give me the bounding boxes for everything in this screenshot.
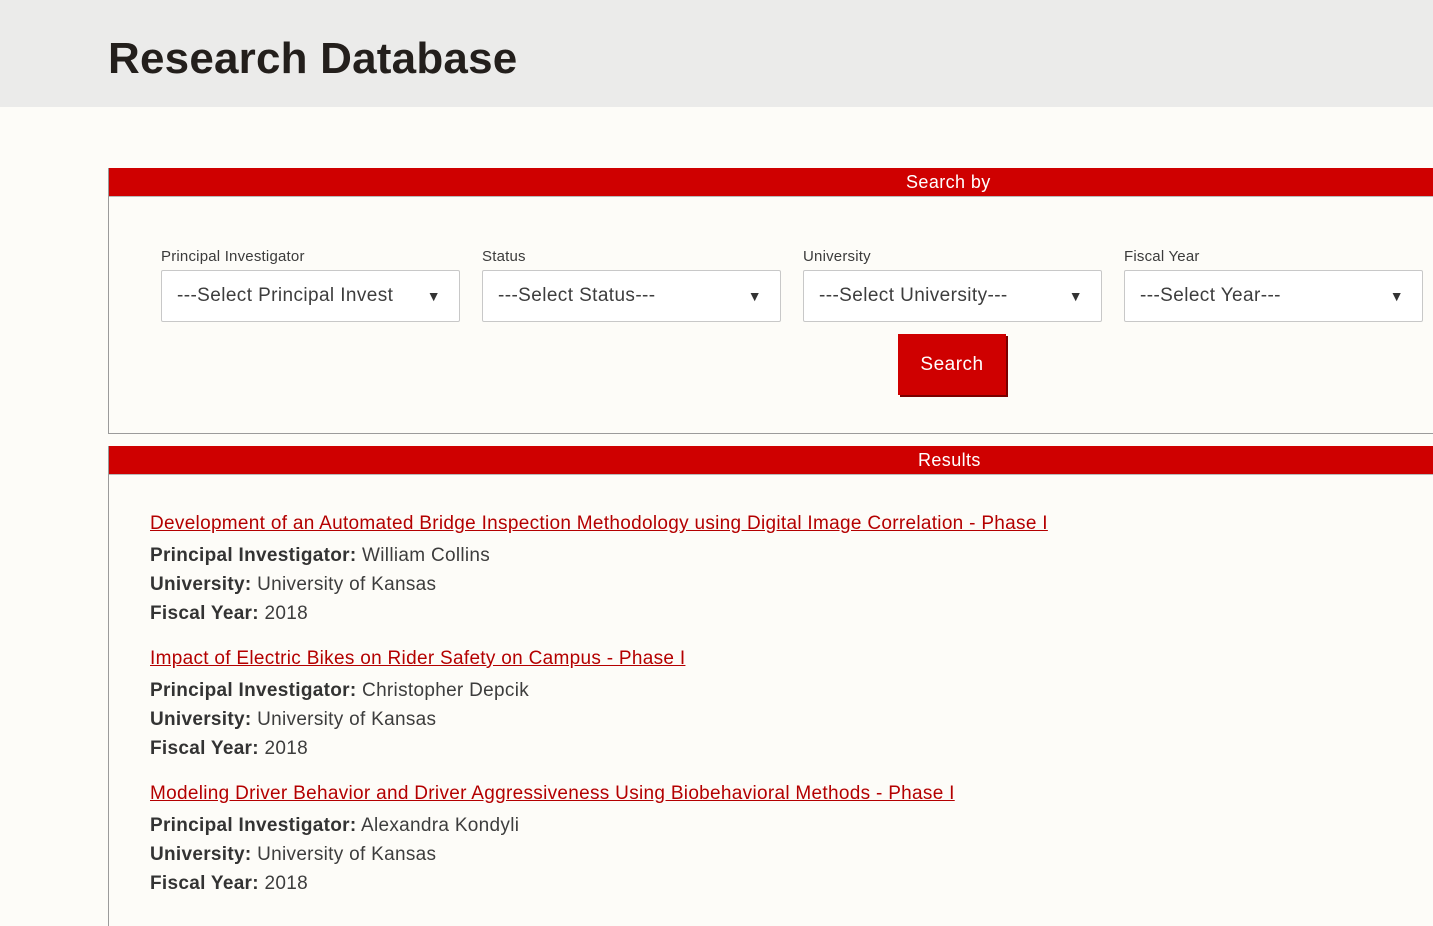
university-value: University of Kansas [257,574,437,595]
result-title-link[interactable]: Development of an Automated Bridge Inspe… [150,512,1048,536]
university-key: University: [150,574,252,595]
status-field: Status ---Select Status--- ▼ [482,248,781,322]
result-item: Impact of Electric Bikes on Rider Safety… [150,647,1048,763]
principal-investigator-label: Principal Investigator [161,248,305,265]
university-field: University ---Select University--- ▼ [803,248,1102,322]
principal-investigator-value: ---Select Principal Invest [177,285,394,306]
pi-key: Principal Investigator: [150,545,357,566]
result-fiscal-year: Fiscal Year: 2018 [150,734,1048,763]
result-item: Modeling Driver Behavior and Driver Aggr… [150,782,1048,898]
pi-value: William Collins [362,545,491,566]
university-select[interactable]: ---Select University--- ▼ [803,270,1102,322]
results-panel: Results Development of an Automated Brid… [108,446,1433,926]
result-pi: Principal Investigator: Alexandra Kondyl… [150,811,1048,840]
status-label: Status [482,248,526,265]
pi-value: Christopher Depcik [362,680,530,701]
fiscal-year-key: Fiscal Year: [150,873,259,894]
result-fiscal-year: Fiscal Year: 2018 [150,869,1048,898]
status-select[interactable]: ---Select Status--- ▼ [482,270,781,322]
pi-key: Principal Investigator: [150,815,357,836]
result-university: University: University of Kansas [150,570,1048,599]
fiscal-year-key: Fiscal Year: [150,738,259,759]
result-fiscal-year: Fiscal Year: 2018 [150,599,1048,628]
university-key: University: [150,709,252,730]
search-by-bar: Search by [109,168,1433,197]
caret-down-icon: ▼ [426,288,441,304]
fiscal-year-value: 2018 [264,738,308,759]
results-bar: Results [109,446,1433,475]
pi-value: Alexandra Kondyli [360,815,520,836]
results-label: Results [918,449,981,470]
status-value: ---Select Status--- [498,285,656,306]
fiscal-year-value: 2018 [264,603,308,624]
results-list: Development of an Automated Bridge Inspe… [150,512,1048,917]
university-value: ---Select University--- [819,285,1008,306]
principal-investigator-select[interactable]: ---Select Principal Invest ▼ [161,270,460,322]
university-value: University of Kansas [257,709,437,730]
search-button[interactable]: Search [898,334,1006,395]
fiscal-year-field: Fiscal Year ---Select Year--- ▼ [1124,248,1423,322]
page-title: Research Database [108,34,518,83]
fiscal-year-select[interactable]: ---Select Year--- ▼ [1124,270,1423,322]
search-by-label: Search by [906,171,991,192]
pi-key: Principal Investigator: [150,680,357,701]
search-panel: Search by Principal Investigator ---Sele… [108,168,1433,434]
university-label: University [803,248,871,265]
page-header: Research Database [0,0,1433,107]
caret-down-icon: ▼ [747,288,762,304]
fiscal-year-value: ---Select Year--- [1140,285,1281,306]
result-university: University: University of Kansas [150,840,1048,869]
result-pi: Principal Investigator: William Collins [150,541,1048,570]
university-key: University: [150,844,252,865]
caret-down-icon: ▼ [1068,288,1083,304]
fiscal-year-key: Fiscal Year: [150,603,259,624]
result-title-link[interactable]: Impact of Electric Bikes on Rider Safety… [150,647,685,671]
fiscal-year-label: Fiscal Year [1124,248,1200,265]
caret-down-icon: ▼ [1389,288,1404,304]
result-pi: Principal Investigator: Christopher Depc… [150,676,1048,705]
university-value: University of Kansas [257,844,437,865]
result-item: Development of an Automated Bridge Inspe… [150,512,1048,628]
result-university: University: University of Kansas [150,705,1048,734]
result-title-link[interactable]: Modeling Driver Behavior and Driver Aggr… [150,782,955,806]
fiscal-year-value: 2018 [264,873,308,894]
principal-investigator-field: Principal Investigator ---Select Princip… [161,248,460,322]
